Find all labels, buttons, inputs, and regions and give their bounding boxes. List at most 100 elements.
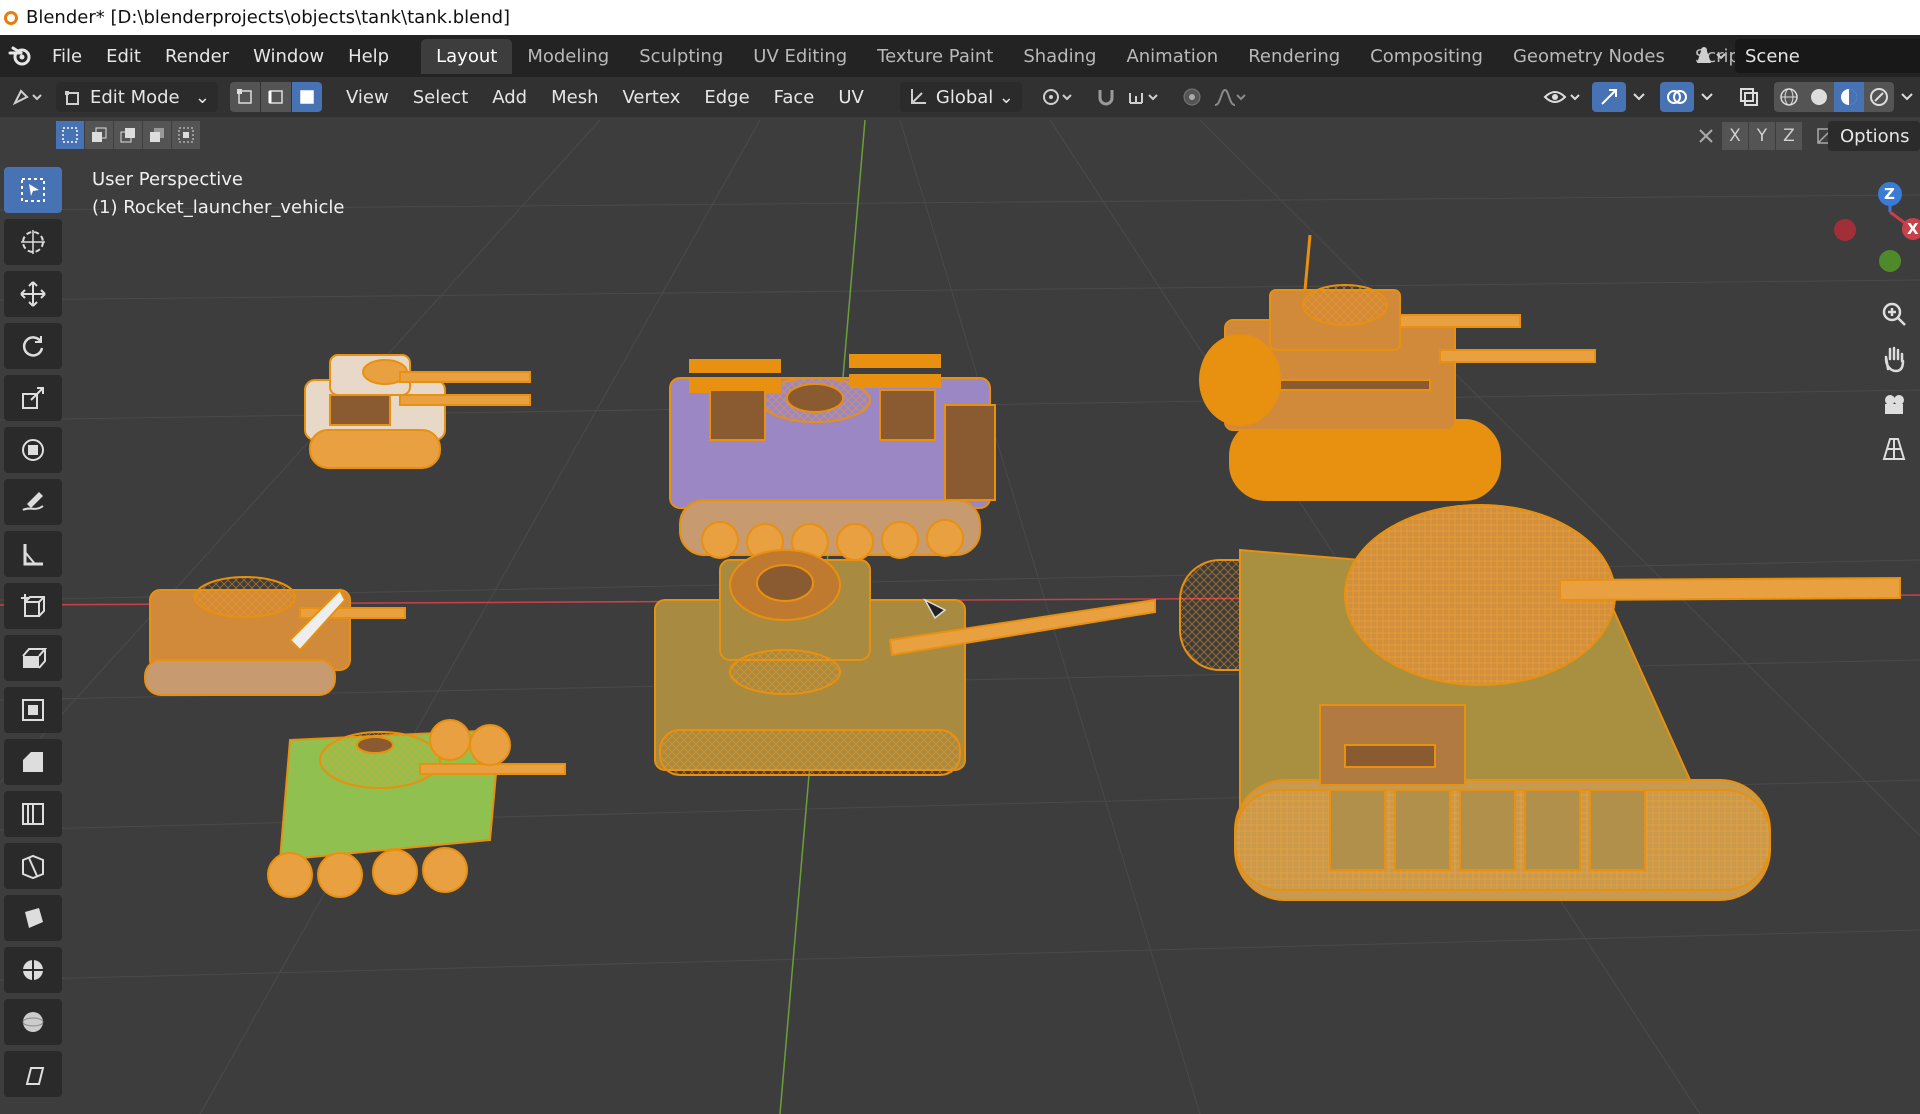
- select-new-icon[interactable]: [56, 121, 84, 149]
- menu-edit[interactable]: Edit: [94, 46, 153, 67]
- select-difference-icon[interactable]: [143, 121, 171, 149]
- move-tool-icon[interactable]: [4, 271, 62, 317]
- menu-add[interactable]: Add: [480, 87, 539, 108]
- viewport-header: Edit Mode ⌄ View Select Add Mesh Vertex …: [0, 77, 1920, 117]
- window-title: Blender* [D:\blenderprojects\objects\tan…: [26, 7, 511, 28]
- select-box-tool-icon[interactable]: [4, 167, 62, 213]
- mirror-y-button[interactable]: Y: [1749, 122, 1775, 150]
- navigation-gizmo[interactable]: Z X: [1790, 177, 1920, 287]
- tab-rendering[interactable]: Rendering: [1233, 39, 1355, 74]
- tab-compositing[interactable]: Compositing: [1355, 39, 1498, 74]
- overlays-icon[interactable]: [1660, 82, 1694, 112]
- pan-hand-icon[interactable]: [1876, 341, 1912, 377]
- edge-select-icon[interactable]: [261, 82, 292, 112]
- snap-target-icon[interactable]: [1122, 82, 1166, 112]
- loop-cut-tool-icon[interactable]: [4, 791, 62, 837]
- active-object-label: (1) Rocket_launcher_vehicle: [92, 197, 345, 218]
- editor-type-icon[interactable]: [6, 82, 50, 112]
- options-dropdown[interactable]: Options ⌄: [1828, 121, 1920, 151]
- edit-mode-icon: [65, 91, 79, 105]
- pivot-point-icon[interactable]: [1036, 82, 1080, 112]
- tab-layout[interactable]: Layout: [421, 38, 513, 74]
- bevel-tool-icon[interactable]: [4, 739, 62, 785]
- auto-merge-icon[interactable]: [1691, 121, 1721, 151]
- mirror-x-button[interactable]: X: [1722, 122, 1748, 150]
- shading-mode-buttons: [1774, 82, 1894, 112]
- chevron-down-icon: ⌄: [194, 86, 210, 108]
- select-intersect-icon[interactable]: [172, 121, 200, 149]
- mirror-z-button[interactable]: Z: [1776, 122, 1802, 150]
- scale-tool-icon[interactable]: [4, 375, 62, 421]
- tab-shading[interactable]: Shading: [1008, 39, 1111, 74]
- scene-name-field[interactable]: Scene: [1735, 39, 1920, 73]
- snap-icon[interactable]: [1090, 82, 1122, 112]
- camera-view-icon[interactable]: [1876, 386, 1912, 422]
- proportional-editing-icon[interactable]: [1176, 82, 1208, 112]
- gizmo-y-axis[interactable]: [1879, 250, 1901, 272]
- menu-render[interactable]: Render: [153, 46, 241, 67]
- 3d-viewport[interactable]: User Perspective (1) Rocket_launcher_veh…: [0, 77, 1920, 1114]
- tank-center: [654, 549, 1156, 776]
- window-title-bar: Blender* [D:\blenderprojects\objects\tan…: [0, 0, 1920, 35]
- proportional-falloff-icon[interactable]: [1208, 82, 1252, 112]
- viewport-subheader: X Y Z Options ⌄: [0, 117, 1920, 153]
- solid-shading-icon[interactable]: [1804, 82, 1834, 112]
- inset-faces-tool-icon[interactable]: [4, 687, 62, 733]
- annotate-tool-icon[interactable]: [4, 479, 62, 525]
- tab-texture-paint[interactable]: Texture Paint: [862, 39, 1008, 74]
- tab-sculpting[interactable]: Sculpting: [624, 39, 738, 74]
- tank-top-right: [1199, 234, 1596, 501]
- wireframe-shading-icon[interactable]: [1774, 82, 1804, 112]
- spin-tool-icon[interactable]: [4, 947, 62, 993]
- chevron-down-icon[interactable]: [1626, 82, 1652, 112]
- perspective-toggle-icon[interactable]: [1876, 431, 1912, 467]
- tab-uv-editing[interactable]: UV Editing: [738, 39, 862, 74]
- transform-tool-icon[interactable]: [4, 427, 62, 473]
- visibility-icon[interactable]: [1538, 82, 1586, 112]
- tank-left-mid: [144, 576, 406, 696]
- zoom-icon[interactable]: [1876, 296, 1912, 332]
- select-extend-icon[interactable]: [85, 121, 113, 149]
- extrude-tool-icon[interactable]: [4, 635, 62, 681]
- tab-modeling[interactable]: Modeling: [512, 39, 624, 74]
- add-cube-tool-icon[interactable]: [4, 583, 62, 629]
- menu-face[interactable]: Face: [762, 87, 827, 108]
- select-mode-buttons: [230, 82, 322, 112]
- rotate-tool-icon[interactable]: [4, 323, 62, 369]
- chevron-down-icon[interactable]: [1694, 82, 1720, 112]
- smooth-tool-icon[interactable]: [4, 999, 62, 1045]
- material-preview-shading-icon[interactable]: [1834, 82, 1864, 112]
- gizmo-neg-x-axis[interactable]: [1834, 219, 1856, 241]
- menu-help[interactable]: Help: [336, 46, 401, 67]
- gizmo-toggle-icon[interactable]: [1592, 82, 1626, 112]
- poly-build-tool-icon[interactable]: [4, 895, 62, 941]
- blender-logo-icon[interactable]: [0, 35, 40, 77]
- transform-orientation-dropdown[interactable]: Global ⌄: [899, 82, 1022, 112]
- chevron-down-icon[interactable]: [1894, 82, 1920, 112]
- menu-mesh[interactable]: Mesh: [539, 87, 610, 108]
- knife-tool-icon[interactable]: [4, 843, 62, 889]
- tank-green: [267, 719, 566, 898]
- menu-uv[interactable]: UV: [826, 87, 876, 108]
- menu-file[interactable]: File: [40, 46, 94, 67]
- selection-box-modes: [56, 121, 201, 149]
- tab-geometry-nodes[interactable]: Geometry Nodes: [1498, 39, 1680, 74]
- face-select-icon[interactable]: [292, 82, 322, 112]
- tab-animation[interactable]: Animation: [1111, 39, 1233, 74]
- mode-dropdown[interactable]: Edit Mode ⌄: [56, 82, 218, 112]
- workspace-tabs: Layout Modeling Sculpting UV Editing Tex…: [421, 38, 1832, 74]
- rendered-shading-icon[interactable]: [1864, 82, 1894, 112]
- menu-edge[interactable]: Edge: [692, 87, 761, 108]
- vertex-select-icon[interactable]: [230, 82, 261, 112]
- select-subtract-icon[interactable]: [114, 121, 142, 149]
- menu-window[interactable]: Window: [241, 46, 336, 67]
- menu-view[interactable]: View: [334, 87, 401, 108]
- menu-vertex[interactable]: Vertex: [611, 87, 693, 108]
- menu-select[interactable]: Select: [401, 87, 481, 108]
- cursor-tool-icon[interactable]: [4, 219, 62, 265]
- viewport-header-right: [1538, 77, 1920, 117]
- shear-tool-icon[interactable]: [4, 1051, 62, 1097]
- scene-selector-icon[interactable]: [1685, 39, 1735, 73]
- measure-tool-icon[interactable]: [4, 531, 62, 577]
- xray-toggle-icon[interactable]: [1732, 82, 1766, 112]
